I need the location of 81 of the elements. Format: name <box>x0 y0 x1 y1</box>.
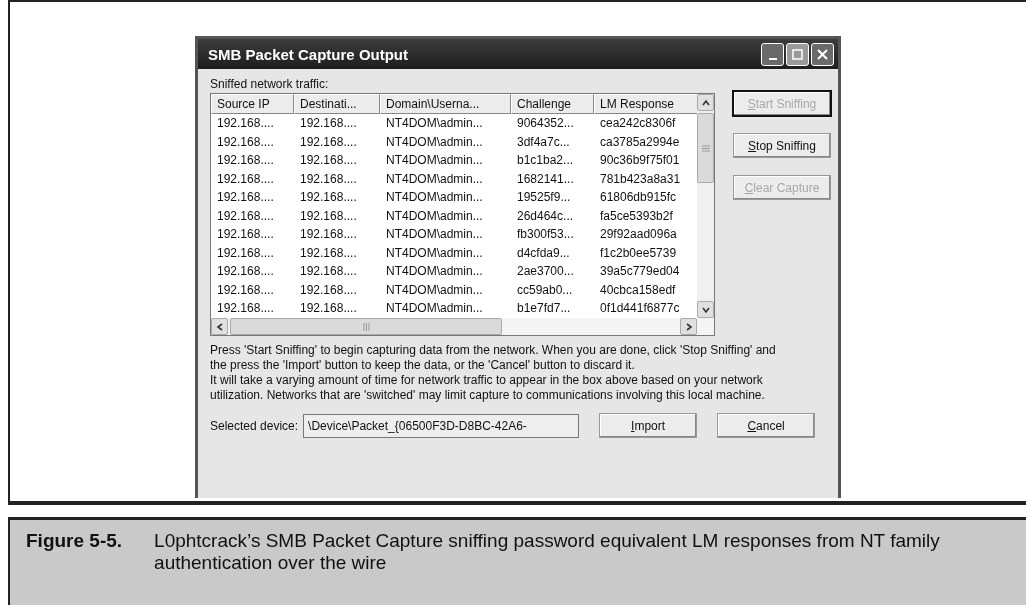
window-title: SMB Packet Capture Output <box>208 45 410 63</box>
table-cell-text: 192.168.... <box>216 190 275 205</box>
table-cell-text: 192.168.... <box>216 208 275 223</box>
minimize-icon <box>768 58 777 60</box>
table-cell-text: 192.168.... <box>216 282 275 297</box>
scroll-thumb[interactable] <box>697 113 714 183</box>
close-button[interactable] <box>811 42 834 66</box>
scroll-left-icon[interactable] <box>214 321 225 332</box>
table-cell-text: 26d464c... <box>516 208 575 223</box>
table-cell-text: 1682141... <box>516 171 575 186</box>
table-cell-text: 192.168.... <box>299 301 358 316</box>
table-cell-text: b1e7fd7... <box>516 301 572 316</box>
column-header[interactable]: Domain\Userna... <box>380 94 511 114</box>
table-cell-text: cc59ab0... <box>516 282 574 297</box>
table-cell-text: NT4DOM\admin... <box>385 264 484 279</box>
table-cell-text: NT4DOM\admin... <box>385 301 484 316</box>
table-cell-text: NT4DOM\admin... <box>385 282 484 297</box>
dialog-button[interactable]: Cancel <box>717 413 816 438</box>
device-label: Selected device: <box>210 418 299 433</box>
table-cell-text: 192.168.... <box>216 134 275 149</box>
table-cell-text: 192.168.... <box>299 227 358 242</box>
figure-number: Figure 5-5. <box>26 530 123 553</box>
figure-caption: L0phtcrack’s SMB Packet Capture sniffing password equivalent LM responses from NT family authentication over the wire <box>154 530 941 575</box>
minimize-button[interactable] <box>761 42 784 66</box>
table-cell-text: d4cfda9... <box>516 245 571 260</box>
table-cell-text: cea242c8306f <box>599 116 677 131</box>
table-cell-text: 0f1d441f6877c <box>599 301 681 316</box>
instruction-text: Press 'Start Sniffing' to begin capturing data from the network. When you are done, click 'Stop Sniffing' and the press the 'Import' button to keep the data, or the 'Cancel' button to discard it. <box>210 343 777 373</box>
table-cell-text: ca3785a2994e <box>599 134 681 149</box>
table-cell-text: 192.168.... <box>299 245 358 260</box>
table-cell-text: 192.168.... <box>216 301 275 316</box>
table-cell-text: 2ae3700... <box>516 264 575 279</box>
table-cell-text: 19525f9... <box>516 190 572 205</box>
table-cell-text: fa5ce5393b2f <box>599 208 674 223</box>
column-header[interactable]: Challenge <box>511 94 594 114</box>
table-cell-text: 192.168.... <box>216 116 275 131</box>
column-header[interactable]: Destinati... <box>294 94 380 114</box>
table-cell-text: NT4DOM\admin... <box>385 190 484 205</box>
table-cell-text: 192.168.... <box>216 227 275 242</box>
column-header[interactable]: LM Response <box>594 94 697 114</box>
table-cell-text: 192.168.... <box>216 245 275 260</box>
instruction-text: It will take a varying amount of time for network traffic to appear in the box above based on your network utilization. Networks that are 'switched' may limit capture to communications involving this local machine. <box>210 373 766 403</box>
table-cell-text: NT4DOM\admin... <box>385 116 484 131</box>
table-cell-text: 39a5c779ed04 <box>599 264 681 279</box>
table-cell-text: 61806db915fc <box>599 190 678 205</box>
table-cell-text: 90c36b9f75f01 <box>599 153 681 168</box>
table-cell-text: 192.168.... <box>299 282 358 297</box>
table-cell-text: 40cbca158edf <box>599 282 677 297</box>
table-cell-text: 192.168.... <box>299 264 358 279</box>
table-cell-text: NT4DOM\admin... <box>385 245 484 260</box>
table-cell-text: f1c2b0ee5739 <box>599 245 678 260</box>
table-cell-text: 192.168.... <box>299 171 358 186</box>
table-cell-text: 192.168.... <box>216 171 275 186</box>
column-header[interactable]: Source IP <box>211 94 294 114</box>
table-cell-text: 9064352... <box>516 116 575 131</box>
sniff-button[interactable]: Stop Sniffing <box>733 133 831 158</box>
table-cell-text: 29f92aad096a <box>599 227 678 242</box>
table-cell-text: 3df4a7c... <box>516 134 571 149</box>
table-cell-text: 192.168.... <box>216 264 275 279</box>
table-cell-text: 192.168.... <box>299 134 358 149</box>
table-cell-text: 192.168.... <box>299 208 358 223</box>
dialog-button[interactable]: Import <box>599 413 698 438</box>
table-cell-text: 192.168.... <box>299 153 358 168</box>
table-cell-text: b1c1ba2... <box>516 153 575 168</box>
table-cell-text: NT4DOM\admin... <box>385 208 484 223</box>
table-cell-text: fb300f53... <box>516 227 575 242</box>
table-cell-text: 192.168.... <box>216 153 275 168</box>
maximize-icon <box>792 48 803 60</box>
scroll-up-icon[interactable] <box>700 97 711 108</box>
traffic-label: Sniffed network traffic: <box>210 77 330 91</box>
table-cell-text: 781b423a8a31 <box>599 171 682 186</box>
table-cell-text: 192.168.... <box>299 116 358 131</box>
table-cell-text: 192.168.... <box>299 190 358 205</box>
scroll-thumb[interactable] <box>230 318 502 335</box>
device-field[interactable]: \Device\Packet_{06500F3D-D8BC-42A6- <box>303 413 580 438</box>
maximize-button[interactable] <box>786 42 809 66</box>
table-cell-text: NT4DOM\admin... <box>385 134 484 149</box>
table-cell-text: NT4DOM\admin... <box>385 171 484 186</box>
table-cell-text: NT4DOM\admin... <box>385 227 484 242</box>
close-icon <box>817 48 828 60</box>
table-cell-text: NT4DOM\admin... <box>385 153 484 168</box>
